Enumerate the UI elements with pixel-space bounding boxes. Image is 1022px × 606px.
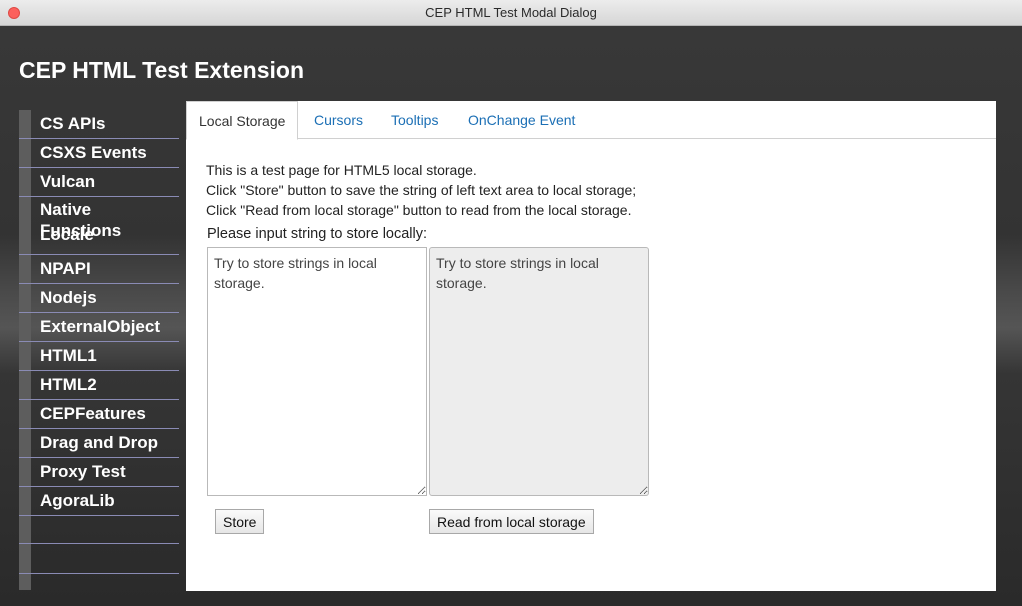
- sidebar-item-csxs-events[interactable]: CSXS Events: [19, 139, 179, 168]
- extension-title: CEP HTML Test Extension: [19, 57, 304, 83]
- sidebar-item-label: Vulcan: [40, 172, 96, 191]
- window-close-button[interactable]: [8, 7, 20, 19]
- input-label: Please input string to store locally:: [207, 226, 428, 242]
- sidebar-item-label: Proxy Test: [40, 462, 126, 481]
- sidebar-item-native-functions[interactable]: Native Functions Locale: [19, 197, 179, 255]
- tab-tooltips[interactable]: Tooltips: [391, 101, 438, 139]
- read-output-textarea[interactable]: Try to store strings in local storage.: [429, 247, 649, 496]
- tab-onchange-event[interactable]: OnChange Event: [468, 101, 575, 139]
- description-line: Click "Read from local storage" button t…: [206, 202, 632, 218]
- window-titlebar: CEP HTML Test Modal Dialog: [0, 0, 1022, 26]
- tab-cursors[interactable]: Cursors: [314, 101, 363, 139]
- sidebar-item-label: ExternalObject: [40, 317, 160, 336]
- sidebar-item-label: Drag and Drop: [40, 433, 159, 452]
- sidebar-item-empty[interactable]: [19, 516, 179, 544]
- extension-window: CEP HTML Test Extension CS APIs CSXS Eve…: [0, 26, 1022, 606]
- tab-bar: Local Storage Cursors Tooltips OnChange …: [186, 101, 996, 140]
- description-line: Click "Store" button to save the string …: [206, 182, 637, 198]
- sidebar-item-drag-and-drop[interactable]: Drag and Drop: [19, 429, 179, 458]
- store-input-textarea[interactable]: Try to store strings in local storage.: [207, 247, 427, 496]
- sidebar-item-externalobject[interactable]: ExternalObject: [19, 313, 179, 342]
- sidebar-item-nodejs[interactable]: Nodejs: [19, 284, 179, 313]
- sidebar-item-label: CSXS Events: [40, 143, 147, 162]
- sidebar-item-vulcan[interactable]: Vulcan: [19, 168, 179, 197]
- description-line: This is a test page for HTML5 local stor…: [206, 162, 477, 178]
- sidebar-item-label: HTML2: [40, 375, 97, 394]
- main-panel: Local Storage Cursors Tooltips OnChange …: [186, 101, 996, 591]
- page-description: This is a test page for HTML5 local stor…: [206, 160, 636, 220]
- sidebar-nav: CS APIs CSXS Events Vulcan Native Functi…: [19, 110, 179, 590]
- sidebar-item-label: HTML1: [40, 346, 97, 365]
- sidebar-item-agoralib[interactable]: AgoraLib: [19, 487, 179, 516]
- sidebar-item-label: Nodejs: [40, 288, 97, 307]
- sidebar-item-label: CS APIs: [40, 114, 106, 133]
- sidebar-item-cepfeatures[interactable]: CEPFeatures: [19, 400, 179, 429]
- sidebar-item-label: NPAPI: [40, 259, 91, 278]
- sidebar-item-html2[interactable]: HTML2: [19, 371, 179, 400]
- sidebar-item-label: AgoraLib: [40, 491, 115, 510]
- sidebar-item-proxy-test[interactable]: Proxy Test: [19, 458, 179, 487]
- read-from-storage-button[interactable]: Read from local storage: [429, 509, 594, 534]
- window-title: CEP HTML Test Modal Dialog: [425, 5, 597, 20]
- sidebar-item-npapi[interactable]: NPAPI: [19, 255, 179, 284]
- tab-local-storage[interactable]: Local Storage: [186, 101, 299, 140]
- sidebar-item-label-locale: Locale: [40, 225, 94, 244]
- store-button[interactable]: Store: [215, 509, 265, 534]
- sidebar-item-empty-2[interactable]: [19, 544, 179, 574]
- sidebar-item-html1[interactable]: HTML1: [19, 342, 179, 371]
- sidebar-item-label: CEPFeatures: [40, 404, 146, 423]
- sidebar-item-cs-apis[interactable]: CS APIs: [19, 110, 179, 139]
